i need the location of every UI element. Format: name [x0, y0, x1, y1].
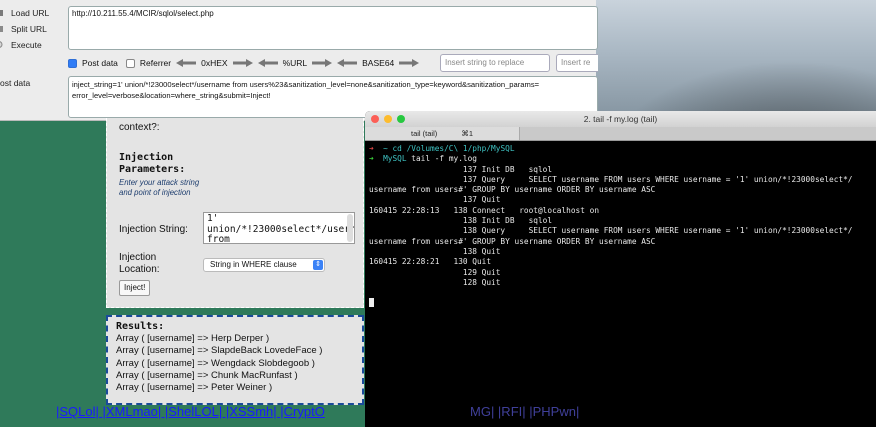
base64-decode-arrow-icon[interactable] [337, 59, 358, 67]
injection-location-label: Injection Location: [119, 252, 160, 275]
url-label: %URL [282, 58, 308, 68]
inject-button[interactable]: Inject! [119, 280, 151, 296]
terminal-title-bar: 2. tail -f my.log (tail) [365, 111, 876, 127]
load-url-icon [0, 8, 5, 17]
hex-decode-arrow-icon[interactable] [176, 59, 197, 67]
tab-shortcut: ⌘1 [461, 129, 474, 138]
terminal-cursor [369, 298, 374, 308]
post-data-side-label: ost data [0, 78, 31, 88]
prompt-arrow-icon: ➜ [369, 154, 374, 164]
maximize-window-icon[interactable] [397, 115, 405, 123]
split-url-button[interactable]: Split URL [0, 24, 66, 34]
list-item: Array ( [username] => Wengdack Slobdegoo… [116, 357, 315, 369]
select-chevron-icon: ⇕ [313, 260, 323, 270]
base64-encode-arrow-icon[interactable] [399, 59, 420, 67]
injection-params-title: Injection Parameters: [119, 152, 186, 175]
split-url-icon [0, 24, 5, 33]
url-encode-arrow-icon[interactable] [312, 59, 333, 67]
injection-string-textarea[interactable]: 1' union/*!23000select*/username from [203, 212, 355, 244]
footer-nav-links[interactable]: |SQLol| |XMLmao| |ShelLOL| |XSSmh| |Cryp… [56, 404, 325, 419]
list-item: Array ( [username] => Chunk MacRunfast ) [116, 369, 298, 381]
injection-string-label: Injection String: [119, 224, 188, 235]
execute-button[interactable]: Execute [0, 40, 66, 50]
list-item: Array ( [username] => Herp Derper ) [116, 333, 270, 345]
post-data-checkbox[interactable] [68, 58, 77, 68]
insert-string-replace-input[interactable]: Insert string to replace [440, 54, 550, 72]
terminal-output[interactable]: ➜ ~ cd /Volumes/C\ 1/php/MySQL ➜ MySQL t… [369, 144, 874, 311]
insert-replacement-input[interactable]: Insert re [556, 54, 598, 72]
hackbar-options: Post data Referrer 0xHEX %URL BASE64 [68, 56, 420, 70]
location-value: String in WHERE clause [210, 260, 297, 269]
injection-hint: Enter your attack string and point of in… [119, 178, 200, 197]
results-title: Results: [116, 321, 165, 332]
terminal-window: 2. tail -f my.log (tail) tail (tail) ⌘1 … [365, 111, 876, 427]
results-panel: Results: Array ( [username] => Herp Derp… [106, 315, 364, 405]
injection-location-select[interactable]: String in WHERE clause ⇕ [203, 258, 325, 272]
prompt-arrow-icon: ➜ [369, 144, 374, 153]
minimize-window-icon[interactable] [384, 115, 392, 123]
hackbar-toolbar: Load URL Split URL Execute ost data http… [0, 0, 598, 121]
url-input[interactable]: http://10.211.55.4/MCIR/sqlol/select.php [68, 6, 598, 50]
load-url-button[interactable]: Load URL [0, 8, 66, 18]
close-window-icon[interactable] [371, 115, 379, 123]
referrer-checkbox[interactable] [125, 58, 135, 68]
post-data-label: Post data [82, 58, 118, 68]
list-item: Array ( [username] => SlapdeBack LovedeF… [116, 345, 323, 357]
list-item: Array ( [username] => Peter Weiner ) [116, 382, 273, 394]
base64-label: BASE64 [362, 58, 395, 68]
url-decode-arrow-icon[interactable] [257, 59, 278, 67]
tab-tail[interactable]: tail (tail) ⌘1 [365, 127, 520, 140]
injection-form-panel: context?: Injection Parameters: Enter yo… [106, 118, 364, 308]
hex-label: 0xHEX [201, 58, 228, 68]
terminal-tab-bar: tail (tail) ⌘1 [365, 127, 876, 141]
textarea-scrollbar[interactable] [347, 214, 353, 242]
context-label: context?: [119, 122, 160, 133]
terminal-title: 2. tail -f my.log (tail) [583, 114, 658, 124]
hex-encode-arrow-icon[interactable] [232, 59, 253, 67]
footer-links-behind-terminal: MG| |RFI| |PHPwn| [470, 404, 580, 419]
execute-icon [0, 40, 5, 49]
referrer-label: Referrer [139, 58, 172, 68]
